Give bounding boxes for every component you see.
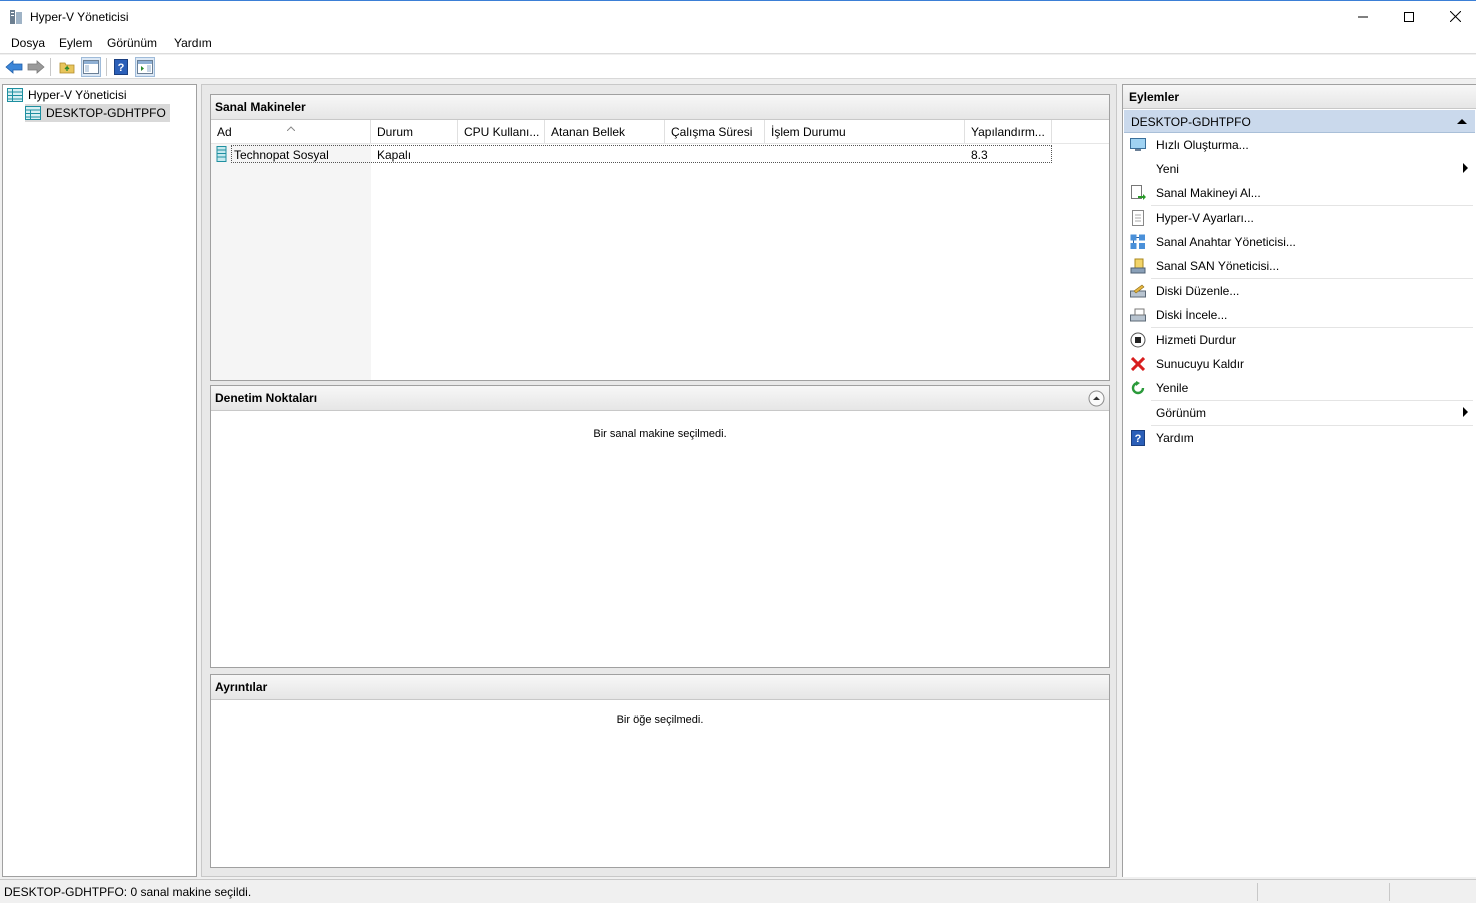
menu-bar: Dosya Eylem Görünüm Yardım xyxy=(0,32,1476,54)
help-icon[interactable]: ? xyxy=(111,57,131,77)
collapse-chevron-icon[interactable] xyxy=(1088,390,1105,407)
refresh-icon xyxy=(1130,380,1146,396)
menu-gorunum[interactable]: Görünüm xyxy=(107,36,157,50)
svg-text:?: ? xyxy=(1135,433,1142,445)
help-icon: ? xyxy=(1130,430,1146,446)
navigation-tree: Hyper-V Yöneticisi DESKTOP-GDHTPFO xyxy=(2,84,197,877)
submenu-arrow-icon xyxy=(1463,407,1468,417)
hyper-v-app-icon xyxy=(8,9,24,25)
action-help[interactable]: ? Yardım xyxy=(1124,426,1472,450)
svg-text:?: ? xyxy=(118,62,125,74)
menu-dosya[interactable]: Dosya xyxy=(11,36,45,50)
close-button[interactable] xyxy=(1432,1,1476,32)
panel-title: Denetim Noktaları xyxy=(211,386,1109,411)
actions-title: Eylemler xyxy=(1123,85,1476,109)
table-row[interactable]: Technopat Sosyal Kapalı 8.3 xyxy=(213,145,1052,163)
column-version[interactable]: Yapılandırm... xyxy=(965,120,1052,143)
back-arrow-icon[interactable] xyxy=(4,57,24,77)
virtual-machines-panel: Sanal Makineler Ad Durum CPU Kullanı... … xyxy=(210,94,1110,381)
row-focus-rect xyxy=(231,145,1052,163)
status-bar: DESKTOP-GDHTPFO: 0 sanal makine seçildi. xyxy=(0,879,1476,903)
settings-icon xyxy=(1130,210,1146,226)
center-pane: Sanal Makineler Ad Durum CPU Kullanı... … xyxy=(201,84,1117,877)
minimize-button[interactable] xyxy=(1340,1,1386,32)
action-import-vm[interactable]: Sanal Makineyi Al... xyxy=(1124,181,1472,205)
action-stop-service[interactable]: Hizmeti Durdur xyxy=(1124,328,1472,352)
inspect-disk-icon xyxy=(1130,307,1146,323)
action-edit-disk[interactable]: Diski Düzenle... xyxy=(1124,279,1472,303)
vm-version: 8.3 xyxy=(971,148,988,162)
action-remove-server[interactable]: Sunucuyu Kaldır xyxy=(1124,352,1472,376)
action-refresh[interactable]: Yenile xyxy=(1124,376,1472,400)
action-view[interactable]: Görünüm xyxy=(1124,401,1472,425)
vm-icon xyxy=(216,146,228,162)
action-inspect-disk[interactable]: Diski İncele... xyxy=(1124,303,1472,327)
status-text: DESKTOP-GDHTPFO: 0 sanal makine seçildi. xyxy=(4,885,252,899)
column-uptime[interactable]: Çalışma Süresi xyxy=(665,120,765,143)
panel-title: Ayrıntılar xyxy=(211,675,1109,700)
window-title: Hyper-V Yöneticisi xyxy=(30,10,129,24)
vm-state: Kapalı xyxy=(377,148,412,162)
collapse-up-icon[interactable] xyxy=(1457,119,1467,124)
toolbar: ? xyxy=(0,55,1476,79)
sort-ascending-icon xyxy=(286,120,296,132)
vm-table-header: Ad Durum CPU Kullanı... Atanan Bellek Ça… xyxy=(211,120,1109,144)
column-cpu[interactable]: CPU Kullanı... xyxy=(458,120,545,143)
edit-disk-icon xyxy=(1130,283,1146,299)
forward-arrow-icon[interactable] xyxy=(26,57,46,77)
show-hide-action-pane-icon[interactable] xyxy=(135,57,155,77)
column-memory[interactable]: Atanan Bellek xyxy=(545,120,665,143)
actions-section-header[interactable]: DESKTOP-GDHTPFO xyxy=(1124,110,1475,133)
action-quick-create[interactable]: Hızlı Oluşturma... xyxy=(1124,133,1472,157)
switch-manager-icon xyxy=(1130,234,1146,250)
action-switch-manager[interactable]: Sanal Anahtar Yöneticisi... xyxy=(1124,230,1472,254)
show-hide-tree-icon[interactable] xyxy=(81,57,101,77)
title-bar: Hyper-V Yöneticisi xyxy=(0,0,1476,32)
import-vm-icon xyxy=(1130,185,1146,201)
sorted-column-shade xyxy=(211,144,371,380)
action-new[interactable]: Yeni xyxy=(1124,157,1472,181)
quick-create-icon xyxy=(1130,137,1146,153)
vm-name: Technopat Sosyal xyxy=(234,148,329,162)
tree-item-label: DESKTOP-GDHTPFO xyxy=(46,106,166,120)
maximize-button[interactable] xyxy=(1386,1,1432,32)
san-manager-icon xyxy=(1130,258,1146,274)
section-label: DESKTOP-GDHTPFO xyxy=(1131,115,1251,129)
menu-eylem[interactable]: Eylem xyxy=(59,36,92,50)
menu-yardim[interactable]: Yardım xyxy=(174,36,212,50)
panel-title: Sanal Makineler xyxy=(211,95,1109,120)
column-status[interactable]: İşlem Durumu xyxy=(765,120,965,143)
empty-message: Bir öğe seçilmedi. xyxy=(616,714,704,726)
tree-item-label: Hyper-V Yöneticisi xyxy=(28,88,127,102)
remove-server-icon xyxy=(1130,356,1146,372)
up-folder-icon[interactable] xyxy=(57,57,77,77)
hyper-v-manager-icon xyxy=(7,87,23,103)
empty-message: Bir sanal makine seçilmedi. xyxy=(593,428,727,440)
details-panel: Ayrıntılar Bir öğe seçilmedi. xyxy=(210,674,1110,868)
tree-item-host[interactable]: DESKTOP-GDHTPFO xyxy=(25,104,170,122)
checkpoints-panel: Denetim Noktaları Bir sanal makine seçil… xyxy=(210,385,1110,668)
action-hyperv-settings[interactable]: Hyper-V Ayarları... xyxy=(1124,206,1472,230)
stop-service-icon xyxy=(1130,332,1146,348)
actions-pane: Eylemler DESKTOP-GDHTPFO Hızlı Oluşturma… xyxy=(1122,84,1476,877)
action-san-manager[interactable]: Sanal SAN Yöneticisi... xyxy=(1124,254,1472,278)
submenu-arrow-icon xyxy=(1463,163,1468,173)
server-icon xyxy=(25,105,41,121)
column-state[interactable]: Durum xyxy=(371,120,458,143)
tree-item-hyperv-root[interactable]: Hyper-V Yöneticisi xyxy=(7,86,126,104)
